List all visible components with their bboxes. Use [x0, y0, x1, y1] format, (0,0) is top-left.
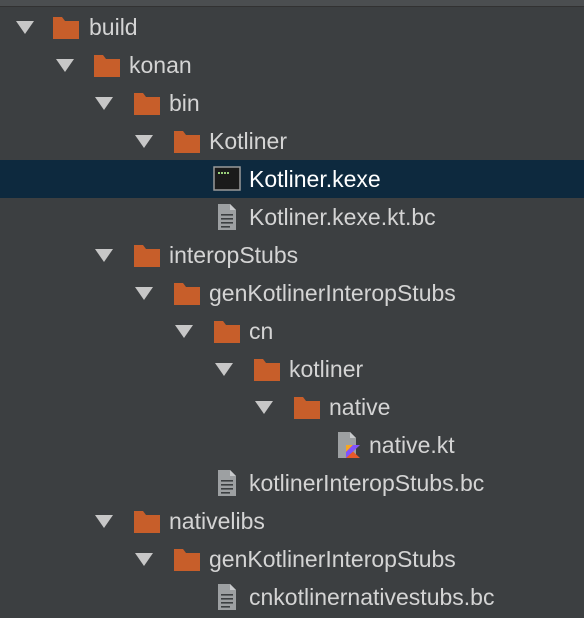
expand-arrow-icon[interactable]: [175, 325, 193, 338]
folder-icon: [174, 131, 200, 153]
expand-arrow-icon[interactable]: [135, 287, 153, 300]
tree-row-nativelibs[interactable]: nativelibs: [0, 502, 584, 540]
tree-row-interopstubs[interactable]: interopStubs: [0, 236, 584, 274]
tree-row-genkotlinerinteropstubs[interactable]: genKotlinerInteropStubs: [0, 274, 584, 312]
tree-row-kotliner-folder[interactable]: Kotliner: [0, 122, 584, 160]
expand-arrow-icon[interactable]: [255, 401, 273, 414]
tree-label: bin: [169, 90, 200, 116]
expand-arrow-icon[interactable]: [95, 249, 113, 262]
folder-icon: [134, 245, 160, 267]
tree-label: konan: [129, 52, 192, 78]
tree-row-bin[interactable]: bin: [0, 84, 584, 122]
tree-row-kotliner-kexe[interactable]: Kotliner.kexe: [0, 160, 584, 198]
tree-label: genKotlinerInteropStubs: [209, 280, 456, 306]
tree-label: Kotliner: [209, 128, 287, 154]
folder-icon: [174, 549, 200, 571]
panel-top-border: [0, 0, 584, 7]
tree-row-native-kt[interactable]: native.kt: [0, 426, 584, 464]
file-icon: [218, 470, 236, 496]
project-tree[interactable]: build konan bin Kotliner Kotliner.kexe K…: [0, 8, 584, 616]
tree-label: native: [329, 394, 391, 420]
expand-arrow-icon[interactable]: [95, 97, 113, 110]
tree-label: cn: [249, 318, 274, 344]
folder-icon: [294, 397, 320, 419]
expand-arrow-icon[interactable]: [135, 135, 153, 148]
folder-icon: [214, 321, 240, 343]
tree-label: kotlinerInteropStubs.bc: [249, 470, 485, 496]
tree-label: build: [89, 14, 138, 40]
folder-icon: [254, 359, 280, 381]
expand-arrow-icon[interactable]: [135, 553, 153, 566]
tree-label: kotliner: [289, 356, 364, 382]
expand-arrow-icon[interactable]: [215, 363, 233, 376]
executable-icon: [213, 166, 241, 191]
tree-row-native[interactable]: native: [0, 388, 584, 426]
expand-arrow-icon[interactable]: [95, 515, 113, 528]
tree-label: genKotlinerInteropStubs: [209, 546, 456, 572]
tree-label: nativelibs: [169, 508, 265, 534]
file-icon: [218, 584, 236, 610]
tree-label: native.kt: [369, 432, 455, 458]
tree-label: Kotliner.kexe: [249, 166, 381, 192]
folder-icon: [53, 17, 79, 39]
tree-label: interopStubs: [169, 242, 299, 268]
tree-row-kotliner-package[interactable]: kotliner: [0, 350, 584, 388]
expand-arrow-icon[interactable]: [56, 59, 74, 72]
folder-icon: [134, 511, 160, 533]
tree-row-genkotlinerinteropstubs-2[interactable]: genKotlinerInteropStubs: [0, 540, 584, 578]
tree-row-build[interactable]: build: [0, 8, 584, 46]
folder-icon: [94, 55, 120, 77]
tree-row-kotliner-kexe-kt-bc[interactable]: Kotliner.kexe.kt.bc: [0, 198, 584, 236]
tree-row-cn[interactable]: cn: [0, 312, 584, 350]
tree-row-konan[interactable]: konan: [0, 46, 584, 84]
tree-label: cnkotlinernativestubs.bc: [249, 584, 495, 610]
kotlin-file-icon: [338, 432, 360, 458]
folder-icon: [134, 93, 160, 115]
folder-icon: [174, 283, 200, 305]
tree-row-kotlinerinteropstubs-bc[interactable]: kotlinerInteropStubs.bc: [0, 464, 584, 502]
file-icon: [218, 204, 236, 230]
expand-arrow-icon[interactable]: [16, 21, 34, 34]
tree-label: Kotliner.kexe.kt.bc: [249, 204, 436, 230]
tree-row-cnkotlinernativestubs-bc[interactable]: cnkotlinernativestubs.bc: [0, 578, 584, 616]
